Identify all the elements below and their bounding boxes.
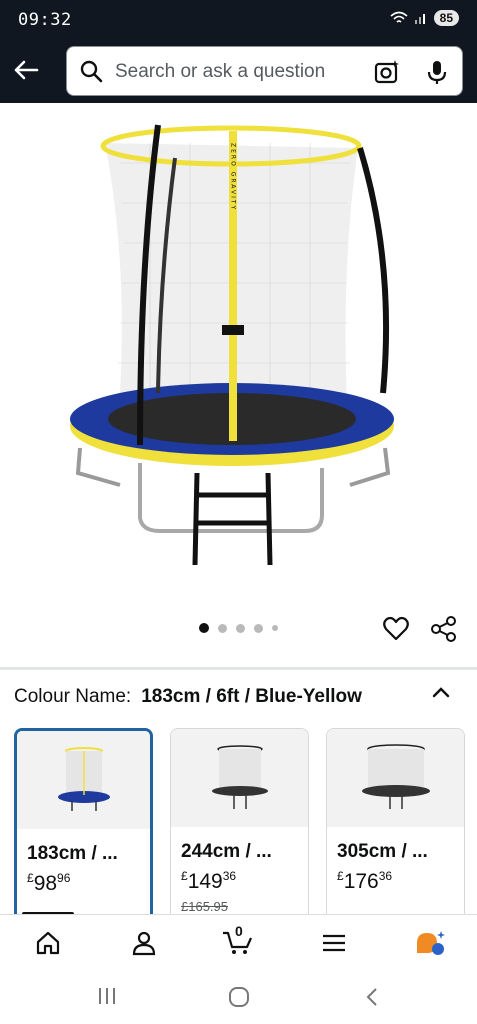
variation-label: Colour Name: — [14, 686, 132, 707]
search-icon — [80, 60, 103, 83]
swatch-was-price: £165.95 — [181, 899, 228, 914]
chevron-up-icon — [432, 687, 450, 698]
swatch-price: £14936 — [181, 869, 237, 893]
back-arrow-icon — [14, 60, 39, 80]
search-placeholder: Search or ask a question — [115, 61, 326, 82]
status-time: 09:32 — [18, 10, 72, 30]
home-circle-icon[interactable] — [228, 986, 250, 1008]
status-bar: 09:32 85 — [0, 0, 477, 40]
pager-dot[interactable] — [254, 623, 263, 633]
search-input[interactable]: Search or ask a question — [66, 46, 463, 96]
wishlist-button[interactable] — [382, 615, 410, 643]
battery-indicator: 85 — [433, 10, 459, 26]
swatch-title: 183cm / ... — [27, 843, 118, 864]
trampoline-image: ZERO GRAVITY — [70, 124, 394, 566]
nav-menu[interactable] — [316, 927, 352, 959]
recent-apps-icon[interactable] — [96, 986, 118, 1006]
collapse-variation-button[interactable] — [430, 684, 452, 705]
pager-dot[interactable] — [236, 623, 245, 633]
nav-rufus-ai[interactable] — [412, 927, 448, 959]
nav-home[interactable] — [30, 927, 66, 959]
signal-icon — [414, 14, 425, 24]
variation-swatches: 183cm / ... £9896 244cm / ... £14936 £16… — [14, 728, 477, 914]
swatch-price: £9896 — [27, 871, 71, 895]
heart-icon — [383, 616, 409, 641]
net-strap-text: ZERO GRAVITY — [230, 143, 237, 211]
status-icons: 85 — [390, 10, 459, 26]
trampoline-thumbnail — [211, 745, 268, 809]
swatch-option[interactable]: 183cm / ... £9896 — [14, 728, 153, 914]
swatch-option[interactable]: 244cm / ... £14936 £165.95 — [170, 728, 309, 914]
swatch-image — [17, 731, 150, 829]
section-divider — [0, 667, 477, 670]
back-chevron-icon[interactable] — [364, 986, 380, 1008]
swatch-title: 244cm / ... — [181, 841, 272, 862]
swatch-image — [327, 729, 464, 827]
ai-assistant-icon — [417, 931, 445, 955]
bottom-nav: 0 — [0, 914, 477, 970]
pager-dot[interactable] — [272, 625, 278, 631]
pager-dot[interactable] — [218, 623, 227, 633]
pager-dot[interactable] — [199, 623, 209, 633]
top-header: Search or ask a question — [0, 40, 477, 103]
share-button[interactable] — [430, 615, 458, 643]
variation-header: Colour Name: 183cm / 6ft / Blue-Yellow — [14, 686, 362, 708]
trampoline-thumbnail — [57, 747, 110, 811]
nav-account[interactable] — [126, 927, 162, 959]
system-navigation — [0, 970, 477, 1024]
back-button[interactable] — [10, 54, 42, 86]
variation-value: 183cm / 6ft / Blue-Yellow — [141, 686, 362, 707]
wifi-icon — [390, 11, 408, 23]
cart-count: 0 — [235, 923, 243, 939]
swatch-title: 305cm / ... — [337, 841, 428, 862]
user-icon — [132, 931, 156, 956]
swatch-price: £17636 — [337, 869, 393, 893]
microphone-icon[interactable] — [425, 58, 449, 86]
swatch-option[interactable]: 305cm / ... £17636 — [326, 728, 465, 914]
home-icon — [36, 931, 60, 955]
trampoline-thumbnail — [361, 744, 430, 809]
nav-cart[interactable]: 0 — [220, 923, 256, 959]
swatch-image — [171, 729, 308, 827]
camera-lens-icon[interactable] — [373, 58, 401, 86]
share-icon — [431, 616, 456, 642]
product-image[interactable]: ZERO GRAVITY — [0, 103, 477, 613]
menu-icon — [323, 934, 345, 952]
